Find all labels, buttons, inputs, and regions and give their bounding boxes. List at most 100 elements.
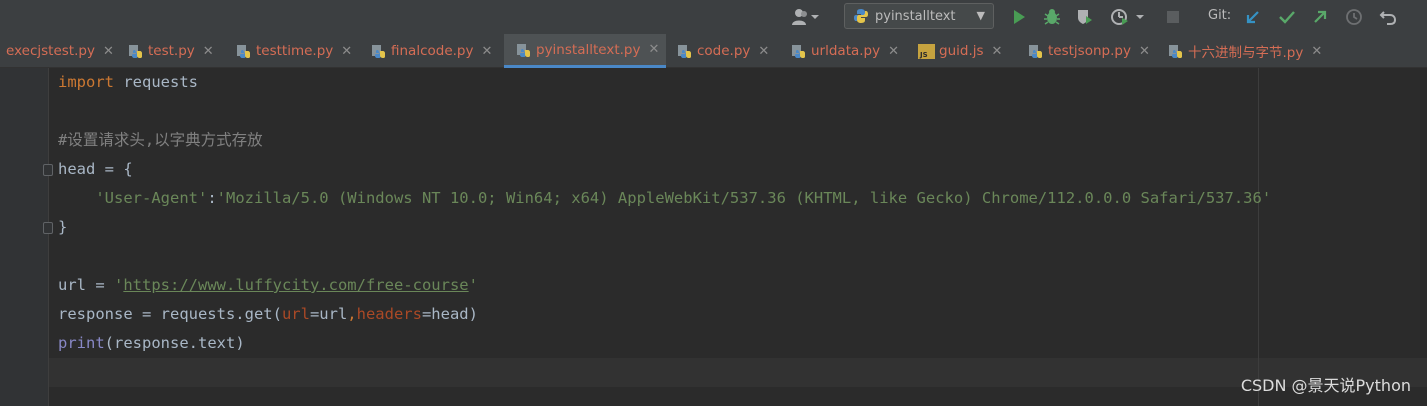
tab-code[interactable]: code.py ✕	[677, 34, 787, 68]
git-update-icon	[1246, 11, 1259, 24]
python-file-icon	[128, 43, 144, 59]
string-quote: '	[468, 276, 478, 294]
rollback-button[interactable]	[1377, 6, 1399, 28]
user-icon	[792, 9, 819, 25]
tab-label: pyinstalltext.py	[536, 41, 641, 58]
tab-pyinstalltext[interactable]: pyinstalltext.py ✕	[504, 34, 666, 68]
git-push-icon	[1314, 10, 1327, 23]
git-update-button[interactable]	[1242, 6, 1264, 28]
run-configuration-select[interactable]: pyinstalltext ▼	[844, 3, 994, 29]
current-line-highlight	[49, 358, 1427, 387]
python-file-icon	[236, 43, 252, 59]
editor-gutter[interactable]	[0, 68, 48, 406]
code-line: 'User-Agent':'Mozilla/5.0 (Windows NT 10…	[58, 184, 1271, 213]
user-account-button[interactable]	[788, 6, 822, 28]
tab-urldata[interactable]: urldata.py ✕	[791, 34, 911, 68]
run-configuration-label: pyinstalltext	[875, 8, 956, 24]
code-line: }	[58, 218, 68, 236]
bug-icon	[1044, 9, 1060, 25]
python-file-icon	[791, 43, 807, 59]
chevron-down-icon: ▼	[976, 9, 985, 22]
comma: ,	[347, 305, 357, 323]
close-icon[interactable]: ✕	[1311, 44, 1322, 59]
keyword-argument: url	[281, 305, 310, 323]
code-text: response = requests.get(	[58, 305, 282, 323]
git-label: Git:	[1208, 8, 1232, 23]
gutter-divider	[48, 68, 49, 406]
git-push-button[interactable]	[1309, 6, 1331, 28]
tab-label: test.py	[148, 43, 195, 59]
close-icon[interactable]: ✕	[758, 44, 769, 59]
fold-marker-close[interactable]	[43, 222, 53, 234]
tab-hex-bytes[interactable]: 十六进制与字节.py ✕	[1168, 34, 1338, 68]
url-link[interactable]: https://www.luffycity.com/free-course	[123, 276, 468, 294]
code-text: (response.text)	[104, 334, 245, 352]
close-icon[interactable]: ✕	[341, 44, 352, 59]
right-margin-guide	[1258, 68, 1259, 406]
main-toolbar: pyinstalltext ▼ Git:	[0, 0, 1427, 34]
tab-test[interactable]: test.py ✕	[128, 34, 224, 68]
close-icon[interactable]: ✕	[482, 44, 493, 59]
python-icon	[854, 9, 868, 23]
keyword-argument: headers	[356, 305, 422, 323]
tab-testtime[interactable]: testtime.py ✕	[236, 34, 360, 68]
code-text: url =	[58, 276, 114, 294]
rollback-icon	[1379, 11, 1397, 25]
code-line: url = 'https://www.luffycity.com/free-co…	[58, 271, 478, 300]
tab-execjstest[interactable]: execjstest.py ✕	[0, 34, 120, 68]
run-button[interactable]	[1008, 6, 1030, 28]
history-icon	[1346, 9, 1362, 25]
run-icon	[1014, 10, 1025, 24]
git-commit-button[interactable]	[1276, 6, 1298, 28]
close-icon[interactable]: ✕	[203, 44, 214, 59]
close-icon[interactable]: ✕	[648, 42, 659, 57]
tab-testjsonp[interactable]: testjsonp.py ✕	[1028, 34, 1160, 68]
git-commit-icon	[1279, 11, 1295, 24]
python-file-icon	[1028, 43, 1044, 59]
tab-finalcode[interactable]: finalcode.py ✕	[371, 34, 501, 68]
string-literal: 'Mozilla/5.0 (Windows NT 10.0; Win64; x6…	[216, 189, 1272, 207]
watermark: CSDN @景天说Python	[1240, 376, 1411, 395]
tab-label: urldata.py	[811, 43, 881, 59]
tab-label: execjstest.py	[6, 43, 95, 59]
git-history-button[interactable]	[1343, 6, 1365, 28]
code-line: response = requests.get(url=url,headers=…	[58, 300, 478, 329]
coverage-icon	[1078, 10, 1092, 24]
code-text: requests	[114, 73, 198, 91]
string-literal: 'User-Agent'	[95, 189, 208, 207]
tab-label: testtime.py	[256, 43, 334, 59]
editor-tab-bar: execjstest.py ✕ test.py ✕ testtime.py ✕ …	[0, 34, 1427, 68]
close-icon[interactable]: ✕	[1139, 44, 1150, 59]
profile-icon	[1111, 9, 1144, 25]
keyword: import	[58, 73, 114, 91]
tab-label: finalcode.py	[391, 43, 474, 59]
code-text: =url	[309, 305, 348, 323]
close-icon[interactable]: ✕	[992, 44, 1003, 59]
stop-icon	[1167, 11, 1179, 23]
stop-button[interactable]	[1162, 6, 1184, 28]
tab-label: 十六进制与字节.py	[1188, 45, 1304, 61]
builtin-function: print	[58, 334, 105, 352]
js-badge: JS	[920, 50, 928, 59]
code-line: head = {	[58, 160, 133, 178]
code-line: import requests	[58, 68, 198, 97]
tab-label: testjsonp.py	[1048, 43, 1131, 59]
code-text: :	[207, 189, 217, 207]
js-file-icon: JS	[918, 43, 935, 59]
coverage-button[interactable]	[1073, 6, 1095, 28]
code-text: =head)	[421, 305, 478, 323]
profile-button[interactable]	[1108, 6, 1148, 28]
python-file-icon	[371, 43, 387, 59]
code-line: print(response.text)	[58, 329, 245, 358]
fold-marker-open[interactable]	[43, 164, 53, 176]
tab-label: guid.js	[939, 43, 984, 59]
debug-button[interactable]	[1041, 6, 1063, 28]
python-file-icon	[516, 42, 532, 58]
comment-line: #设置请求头,以字典方式存放	[58, 131, 263, 149]
tab-guid-js[interactable]: JS guid.js ✕	[918, 34, 1018, 68]
close-icon[interactable]: ✕	[103, 44, 114, 59]
python-file-icon	[677, 43, 693, 59]
string-quote: '	[114, 276, 124, 294]
close-icon[interactable]: ✕	[888, 44, 899, 59]
